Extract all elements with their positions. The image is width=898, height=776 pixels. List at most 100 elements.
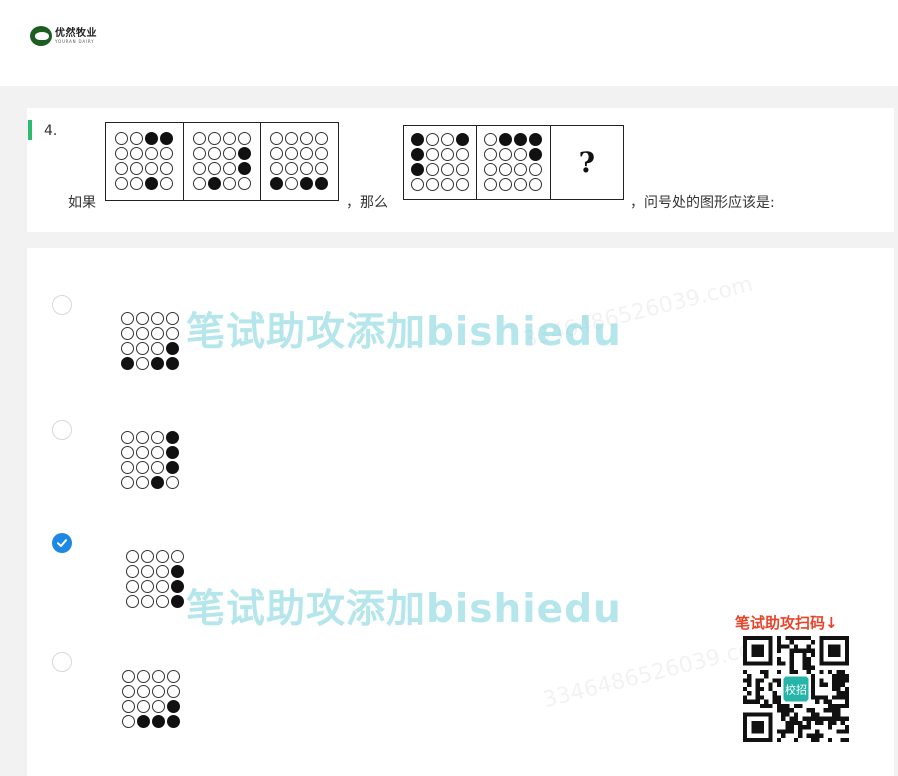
filled-dot	[144, 132, 158, 145]
empty-dot	[285, 147, 299, 160]
filled-dot	[207, 177, 221, 190]
empty-dot	[122, 670, 135, 683]
promo-caption: 笔试助攻扫码↓	[735, 614, 838, 632]
empty-dot	[425, 163, 439, 176]
filled-dot	[171, 580, 184, 593]
empty-dot	[166, 476, 179, 489]
empty-dot	[136, 357, 149, 370]
empty-dot	[285, 132, 299, 145]
empty-dot	[222, 132, 236, 145]
filled-dot	[513, 133, 527, 146]
empty-dot	[410, 178, 424, 191]
empty-dot	[129, 132, 143, 145]
given-panel-2	[192, 132, 252, 191]
filled-dot	[410, 148, 424, 161]
empty-dot	[137, 685, 150, 698]
question-text-if: 如果	[68, 195, 96, 211]
empty-dot	[166, 312, 179, 325]
empty-dot	[126, 595, 139, 608]
empty-dot	[141, 595, 154, 608]
filled-dot	[151, 476, 164, 489]
empty-dot	[270, 162, 284, 175]
empty-dot	[166, 327, 179, 340]
filled-dot	[528, 148, 542, 161]
filled-dot	[528, 133, 542, 146]
filled-dot	[315, 177, 329, 190]
top-header: 优然牧业 YOURAN DAIRY	[0, 0, 898, 86]
question-text-then: ，那么	[346, 195, 388, 211]
empty-dot	[141, 565, 154, 578]
empty-dot	[440, 178, 454, 191]
logo-english-name: YOURAN DAIRY	[55, 38, 95, 44]
filled-dot	[144, 177, 158, 190]
empty-dot	[136, 446, 149, 459]
empty-dot	[122, 715, 135, 728]
empty-dot	[455, 163, 469, 176]
option-b-figure[interactable]	[121, 431, 180, 490]
empty-dot	[300, 162, 314, 175]
empty-dot	[126, 565, 139, 578]
empty-dot	[300, 132, 314, 145]
empty-dot	[121, 446, 134, 459]
empty-dot	[498, 148, 512, 161]
empty-dot	[114, 177, 128, 190]
given-panel-1	[114, 132, 174, 191]
filled-dot	[167, 715, 180, 728]
empty-dot	[151, 431, 164, 444]
option-d-figure[interactable]	[122, 670, 181, 729]
qr-center-label: 校招	[785, 683, 807, 697]
filled-dot	[237, 147, 251, 160]
empty-dot	[114, 147, 128, 160]
watermark-text-bottom: 笔试助攻添加bishiedu	[186, 587, 622, 632]
option-c-figure[interactable]	[126, 550, 185, 609]
cow-logo-icon	[30, 26, 52, 46]
filled-dot	[300, 177, 314, 190]
empty-dot	[121, 342, 134, 355]
promo-qr-code[interactable]: 校招	[743, 636, 849, 742]
empty-dot	[136, 342, 149, 355]
checkmark-icon	[57, 539, 67, 547]
option-b-radio[interactable]	[52, 420, 72, 440]
watermark-text-top: 笔试助攻添加bishiedu	[186, 310, 622, 355]
empty-dot	[455, 148, 469, 161]
empty-dot	[315, 147, 329, 160]
filled-dot	[166, 446, 179, 459]
test-sequence-figure: ?	[403, 125, 624, 200]
logo-chinese-name: 优然牧业	[55, 27, 97, 39]
filled-dot	[498, 133, 512, 146]
empty-dot	[440, 133, 454, 146]
empty-dot	[156, 550, 169, 563]
empty-dot	[126, 580, 139, 593]
filled-dot	[455, 133, 469, 146]
empty-dot	[498, 163, 512, 176]
empty-dot	[137, 700, 150, 713]
empty-dot	[483, 163, 497, 176]
empty-dot	[207, 147, 221, 160]
empty-dot	[528, 163, 542, 176]
empty-dot	[122, 700, 135, 713]
empty-dot	[315, 132, 329, 145]
empty-dot	[144, 162, 158, 175]
company-logo: 优然牧业 YOURAN DAIRY	[30, 26, 97, 46]
filled-dot	[166, 431, 179, 444]
option-a-figure[interactable]	[121, 312, 180, 371]
empty-dot	[207, 162, 221, 175]
empty-dot	[129, 162, 143, 175]
empty-dot	[129, 177, 143, 190]
option-a-radio[interactable]	[52, 295, 72, 315]
filled-dot	[137, 715, 150, 728]
empty-dot	[136, 312, 149, 325]
option-c-radio-selected[interactable]	[52, 533, 72, 553]
question-text-ask: ，问号处的图形应该是:	[630, 195, 775, 211]
filled-dot	[171, 595, 184, 608]
empty-dot	[237, 132, 251, 145]
empty-dot	[156, 565, 169, 578]
empty-dot	[192, 177, 206, 190]
empty-dot	[192, 162, 206, 175]
empty-dot	[122, 685, 135, 698]
empty-dot	[425, 133, 439, 146]
option-d-radio[interactable]	[52, 652, 72, 672]
empty-dot	[167, 685, 180, 698]
empty-dot	[440, 163, 454, 176]
empty-dot	[300, 147, 314, 160]
